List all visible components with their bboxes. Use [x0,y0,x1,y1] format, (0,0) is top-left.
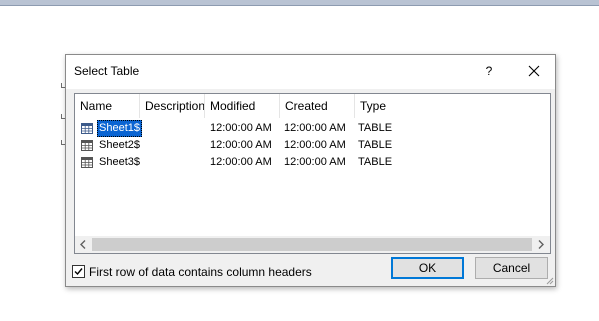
table-list[interactable]: Name Description Modified Created Type S… [74,93,551,254]
column-header-description[interactable]: Description [140,94,205,118]
close-icon [528,65,540,77]
row-type: TABLE [358,139,393,151]
help-button[interactable]: ? [474,59,504,83]
chevron-left-icon [80,240,86,249]
ok-button[interactable]: OK [391,257,464,279]
table-icon [81,123,93,134]
dialog-titlebar[interactable]: Select Table ? [66,55,555,89]
chevron-right-icon [538,240,544,249]
table-icon [81,140,93,151]
resize-grip-icon[interactable] [544,275,554,285]
row-created: 12:00:00 AM [284,139,346,151]
column-header-modified[interactable]: Modified [205,94,279,118]
row-name: Sheet1$ [97,120,142,137]
checkmark-icon [74,268,83,276]
table-row[interactable]: Sheet2$ 12:00:00 AM 12:00:00 AM TABLE [75,137,550,154]
table-icon [81,157,93,168]
scroll-right-button[interactable] [533,236,550,253]
column-header-created[interactable]: Created [280,94,354,118]
header-row-checkbox[interactable] [72,265,85,278]
cancel-button[interactable]: Cancel [475,257,548,279]
table-list-header: Name Description Modified Created Type [75,94,550,118]
header-row-checkbox-label[interactable]: First row of data contains column header… [89,264,312,280]
row-modified: 12:00:00 AM [210,139,272,151]
row-name: Sheet2$ [99,139,140,151]
row-name: Sheet3$ [99,156,140,168]
table-row[interactable]: Sheet1$ 12:00:00 AM 12:00:00 AM TABLE [75,120,550,137]
scroll-left-button[interactable] [75,236,92,253]
row-modified: 12:00:00 AM [210,156,272,168]
dialog-title: Select Table [74,64,140,78]
row-type: TABLE [358,122,393,134]
row-type: TABLE [358,156,393,168]
row-created: 12:00:00 AM [284,122,346,134]
row-modified: 12:00:00 AM [210,122,272,134]
select-table-dialog: Select Table ? Name Description Modified… [65,54,556,287]
column-header-type[interactable]: Type [355,94,435,118]
table-row[interactable]: Sheet3$ 12:00:00 AM 12:00:00 AM TABLE [75,154,550,171]
column-header-name[interactable]: Name [75,94,139,118]
horizontal-scrollbar[interactable] [75,236,550,253]
row-created: 12:00:00 AM [284,156,346,168]
scroll-thumb[interactable] [92,238,532,251]
close-button[interactable] [518,59,550,83]
background-window-edge [0,0,599,6]
